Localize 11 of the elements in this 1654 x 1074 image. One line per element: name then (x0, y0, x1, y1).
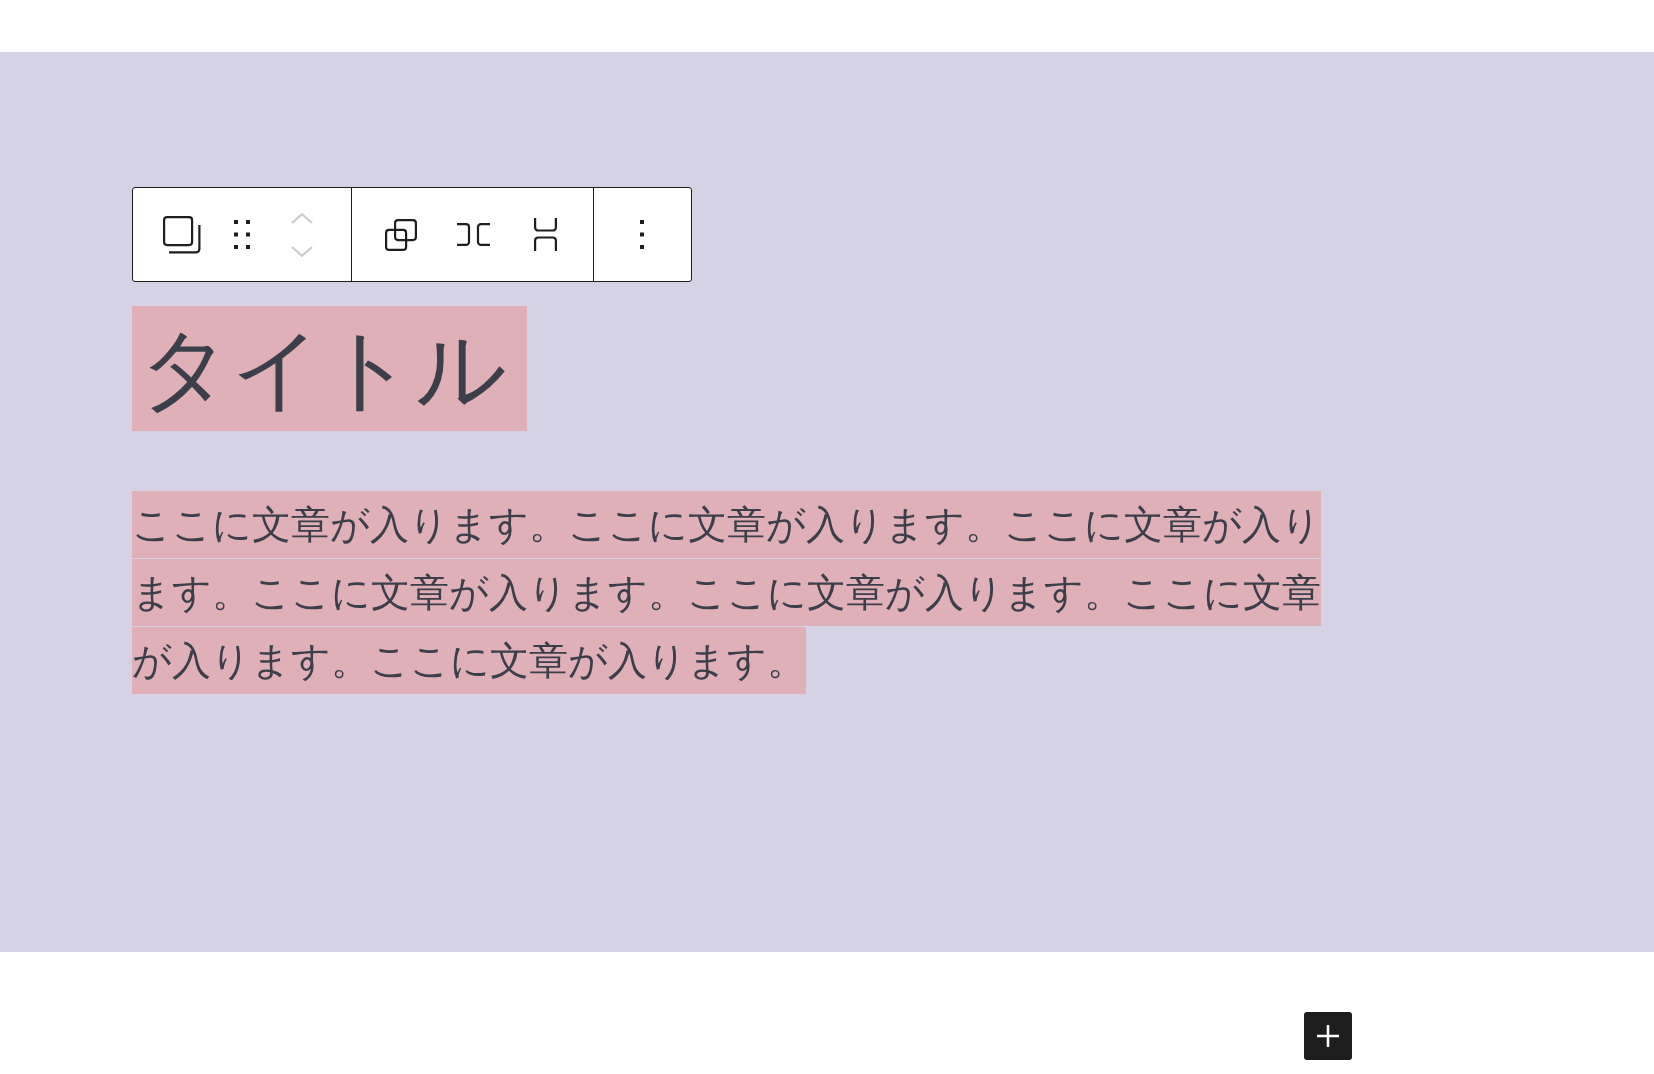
drag-handle-icon (234, 220, 250, 249)
overlapping-squares-icon (385, 218, 417, 251)
chevron-up-icon (291, 212, 313, 224)
stack-icon (533, 218, 557, 251)
row-icon (456, 223, 490, 246)
chevron-down-icon (291, 245, 313, 257)
square-shadow-icon (163, 215, 201, 254)
add-block-button[interactable] (1304, 1012, 1352, 1060)
heading-text: タイトル (132, 306, 527, 431)
more-vertical-icon (640, 220, 644, 249)
plus-icon (1317, 1025, 1339, 1047)
